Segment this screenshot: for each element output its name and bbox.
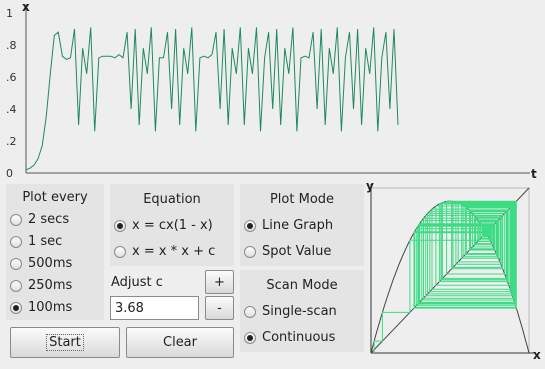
y-axis-label: x — [22, 0, 30, 14]
radio-icon[interactable] — [10, 279, 22, 292]
plot-every-title: Plot every — [22, 190, 88, 205]
cobweb-plot: yx — [364, 178, 545, 365]
plot-every-option-100ms[interactable]: 100ms — [10, 300, 72, 315]
equation-option-quadratic[interactable]: x = x * x + c — [114, 244, 215, 259]
scan-mode-option-single[interactable]: Single-scan — [244, 304, 337, 319]
option-label: x = x * x + c — [132, 244, 216, 259]
radio-icon[interactable] — [114, 245, 126, 258]
plot-mode-panel: Plot Mode Line Graph Spot Value — [240, 184, 364, 266]
y-tick-label: .6 — [6, 71, 17, 84]
plot-mode-option-line-graph[interactable]: Line Graph — [244, 218, 333, 233]
plot-every-option-250ms[interactable]: 250ms — [10, 278, 72, 293]
y-tick-label: .8 — [6, 39, 17, 52]
time-plot-svg: xt1.8.6.4.20 — [6, 0, 537, 181]
clear-button[interactable]: Clear — [126, 327, 234, 358]
start-button-label: Start — [46, 334, 84, 351]
start-button[interactable]: Start — [10, 327, 120, 358]
option-label: 2 secs — [28, 212, 70, 227]
y-tick-label: .2 — [6, 135, 17, 148]
y-tick-label: 0 — [6, 167, 13, 180]
plot-every-panel: Plot every 2 secs 1 sec 500ms 250ms 100m… — [6, 184, 104, 320]
time-plot: x t 1.8.6.4.2 0 — [0, 0, 545, 181]
equation-option-logistic[interactable]: x = cx(1 - x) — [114, 218, 213, 233]
equation-panel: Equation x = cx(1 - x) x = x * x + c — [110, 184, 234, 266]
radio-icon[interactable] — [10, 235, 22, 248]
radio-icon[interactable] — [244, 305, 256, 318]
plot-every-option-1sec[interactable]: 1 sec — [10, 234, 62, 249]
option-label: 1 sec — [28, 234, 63, 249]
y-tick-label: .4 — [6, 103, 17, 116]
cobweb-path — [373, 200, 517, 353]
radio-icon[interactable] — [244, 331, 256, 344]
option-label: Spot Value — [262, 244, 332, 259]
scan-mode-panel: Scan Mode Single-scan Continuous — [240, 270, 364, 352]
identity-line — [370, 187, 530, 354]
scan-mode-option-continuous[interactable]: Continuous — [244, 330, 335, 345]
plot-mode-option-spot-value[interactable]: Spot Value — [244, 244, 331, 259]
plot-every-option-500ms[interactable]: 500ms — [10, 256, 72, 271]
series-line — [25, 27, 399, 171]
option-label: 500ms — [28, 256, 73, 271]
decrement-c-button[interactable]: - — [205, 296, 234, 320]
plot-mode-title: Plot Mode — [269, 192, 335, 207]
cobweb-plot-svg: yx — [366, 179, 541, 362]
scan-mode-title: Scan Mode — [266, 278, 338, 293]
radio-icon[interactable] — [114, 219, 126, 232]
c-value-input[interactable] — [110, 296, 199, 320]
radio-icon[interactable] — [10, 257, 22, 270]
plot-every-option-2secs[interactable]: 2 secs — [10, 212, 69, 227]
radio-icon[interactable] — [244, 245, 256, 258]
y-tick-label: 1 — [6, 7, 13, 20]
option-label: Continuous — [262, 330, 336, 345]
increment-c-button[interactable]: + — [205, 270, 234, 294]
option-label: 100ms — [28, 300, 73, 315]
option-label: Single-scan — [262, 304, 337, 319]
cobweb-x-label: x — [533, 348, 541, 362]
adjust-c-label: Adjust c — [111, 275, 163, 290]
option-label: x = cx(1 - x) — [132, 218, 213, 233]
equation-title: Equation — [143, 192, 201, 207]
radio-icon[interactable] — [244, 219, 256, 232]
radio-icon[interactable] — [10, 301, 22, 314]
option-label: 250ms — [28, 278, 73, 293]
radio-icon[interactable] — [10, 213, 22, 226]
option-label: Line Graph — [262, 218, 334, 233]
cobweb-y-label: y — [366, 179, 374, 193]
